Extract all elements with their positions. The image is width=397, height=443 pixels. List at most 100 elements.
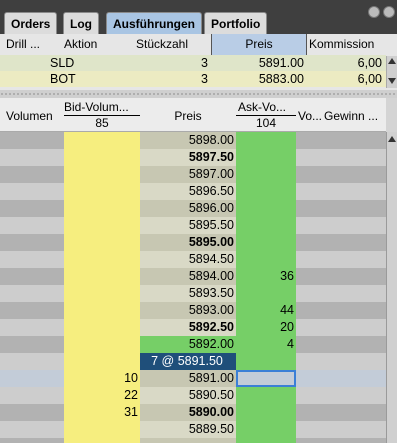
book-row[interactable]: 5896.00 <box>0 200 386 217</box>
ask-cell[interactable]: 36 <box>236 268 296 285</box>
bid-cell[interactable] <box>64 132 140 149</box>
volume-cell[interactable] <box>0 319 64 336</box>
price-cell[interactable]: 5895.00 <box>140 234 236 251</box>
book-row[interactable]: 5897.50 <box>0 149 386 166</box>
book-row-selected[interactable]: 10 5891.00 <box>0 370 386 387</box>
col-header-preis[interactable]: Preis <box>140 109 236 123</box>
ask-cell[interactable] <box>236 353 296 370</box>
tab-orders[interactable]: Orders <box>4 12 58 34</box>
execution-row[interactable]: SLD 3 5891.00 6,00 <box>0 55 386 71</box>
price-cell[interactable]: 5890.50 <box>140 387 236 404</box>
volume-cell[interactable] <box>0 404 64 421</box>
price-cell[interactable]: 5896.50 <box>140 183 236 200</box>
price-cell[interactable]: 5893.00 <box>140 302 236 319</box>
col-header-kommission[interactable]: Kommission <box>309 34 387 55</box>
price-cell[interactable]: 5898.00 <box>140 132 236 149</box>
bid-cell[interactable]: 31 <box>64 404 140 421</box>
ask-cell[interactable]: 20 <box>236 319 296 336</box>
price-cell[interactable]: 5897.00 <box>140 166 236 183</box>
scroll-down-icon[interactable] <box>388 78 396 84</box>
book-row[interactable]: 22 5890.50 <box>0 387 386 404</box>
ask-cell[interactable] <box>236 183 296 200</box>
volume-cell[interactable] <box>0 200 64 217</box>
ask-cell[interactable] <box>236 200 296 217</box>
executions-scrollbar[interactable] <box>386 56 397 88</box>
book-row[interactable]: 5897.00 <box>0 166 386 183</box>
volume-cell[interactable] <box>0 217 64 234</box>
ask-cell[interactable] <box>236 234 296 251</box>
book-row[interactable]: 7 @ 5891.50 <box>0 353 386 370</box>
book-row[interactable]: 5893.50 <box>0 285 386 302</box>
col-header-stueckzahl[interactable]: Stückzahl <box>136 34 206 55</box>
gear-icon[interactable] <box>368 6 380 18</box>
tab-log[interactable]: Log <box>63 12 99 34</box>
col-header-drill[interactable]: Drill ... <box>6 34 50 55</box>
tab-ausfuehrungen[interactable]: Ausführungen <box>106 12 202 34</box>
ask-cell[interactable] <box>236 387 296 404</box>
scroll-up-icon[interactable] <box>388 58 396 64</box>
col-header-vo[interactable]: Vo... <box>298 109 324 123</box>
execution-row[interactable]: BOT 3 5883.00 6,00 <box>0 71 386 87</box>
book-row[interactable]: 5894.00 36 <box>0 268 386 285</box>
ask-cell[interactable] <box>236 149 296 166</box>
volume-cell[interactable] <box>0 421 64 438</box>
bid-cell[interactable] <box>64 319 140 336</box>
volume-cell[interactable] <box>0 183 64 200</box>
bid-cell[interactable] <box>64 353 140 370</box>
price-cell[interactable]: 5889.50 <box>140 421 236 438</box>
col-header-preis[interactable]: Preis <box>211 34 307 55</box>
ask-cell[interactable]: 44 <box>236 302 296 319</box>
book-row[interactable]: 5896.50 <box>0 183 386 200</box>
bid-cell[interactable] <box>64 302 140 319</box>
bid-cell[interactable] <box>64 421 140 438</box>
book-row[interactable]: 5893.00 44 <box>0 302 386 319</box>
bid-cell[interactable] <box>64 336 140 353</box>
ask-cell-focused[interactable] <box>236 370 296 387</box>
book-row[interactable]: 31 5890.00 <box>0 404 386 421</box>
bid-cell[interactable] <box>64 251 140 268</box>
scroll-up-icon[interactable] <box>388 136 396 142</box>
bid-cell[interactable] <box>64 149 140 166</box>
price-cell[interactable]: 5893.50 <box>140 285 236 302</box>
book-row[interactable] <box>0 438 386 443</box>
volume-cell[interactable] <box>0 251 64 268</box>
panel-splitter[interactable] <box>0 90 397 98</box>
book-row[interactable]: 5898.00 <box>0 132 386 149</box>
ask-cell[interactable] <box>236 217 296 234</box>
price-cell[interactable]: 5897.50 <box>140 149 236 166</box>
volume-cell[interactable] <box>0 166 64 183</box>
volume-cell[interactable] <box>0 336 64 353</box>
col-header-ask[interactable]: Ask-Vo... <box>238 100 296 114</box>
book-row[interactable]: 5894.50 <box>0 251 386 268</box>
col-header-bid[interactable]: Bid-Volum... <box>64 100 140 114</box>
book-row[interactable]: 5892.00 4 <box>0 336 386 353</box>
ask-cell[interactable] <box>236 251 296 268</box>
book-row[interactable]: 5895.00 <box>0 234 386 251</box>
ask-cell[interactable] <box>236 404 296 421</box>
volume-cell[interactable] <box>0 370 64 387</box>
price-cell[interactable]: 5892.50 <box>140 319 236 336</box>
close-icon[interactable] <box>383 6 395 18</box>
bid-cell[interactable] <box>64 200 140 217</box>
book-row[interactable]: 5895.50 <box>0 217 386 234</box>
volume-cell[interactable] <box>0 387 64 404</box>
price-cell[interactable] <box>140 438 236 443</box>
ask-cell[interactable]: 4 <box>236 336 296 353</box>
price-cell[interactable]: 5891.00 <box>140 370 236 387</box>
col-header-volumen[interactable]: Volumen <box>6 109 62 123</box>
volume-cell[interactable] <box>0 268 64 285</box>
book-row[interactable]: 5889.50 <box>0 421 386 438</box>
bid-cell[interactable] <box>64 183 140 200</box>
bid-cell[interactable]: 10 <box>64 370 140 387</box>
volume-cell[interactable] <box>0 132 64 149</box>
tab-portfolio[interactable]: Portfolio <box>204 12 268 34</box>
ask-cell[interactable] <box>236 438 296 443</box>
price-cell[interactable]: 5894.00 <box>140 268 236 285</box>
ask-cell[interactable] <box>236 132 296 149</box>
ask-cell[interactable] <box>236 421 296 438</box>
volume-cell[interactable] <box>0 234 64 251</box>
ask-cell[interactable] <box>236 166 296 183</box>
volume-cell[interactable] <box>0 285 64 302</box>
volume-cell[interactable] <box>0 302 64 319</box>
price-cell[interactable]: 5892.00 <box>140 336 236 353</box>
